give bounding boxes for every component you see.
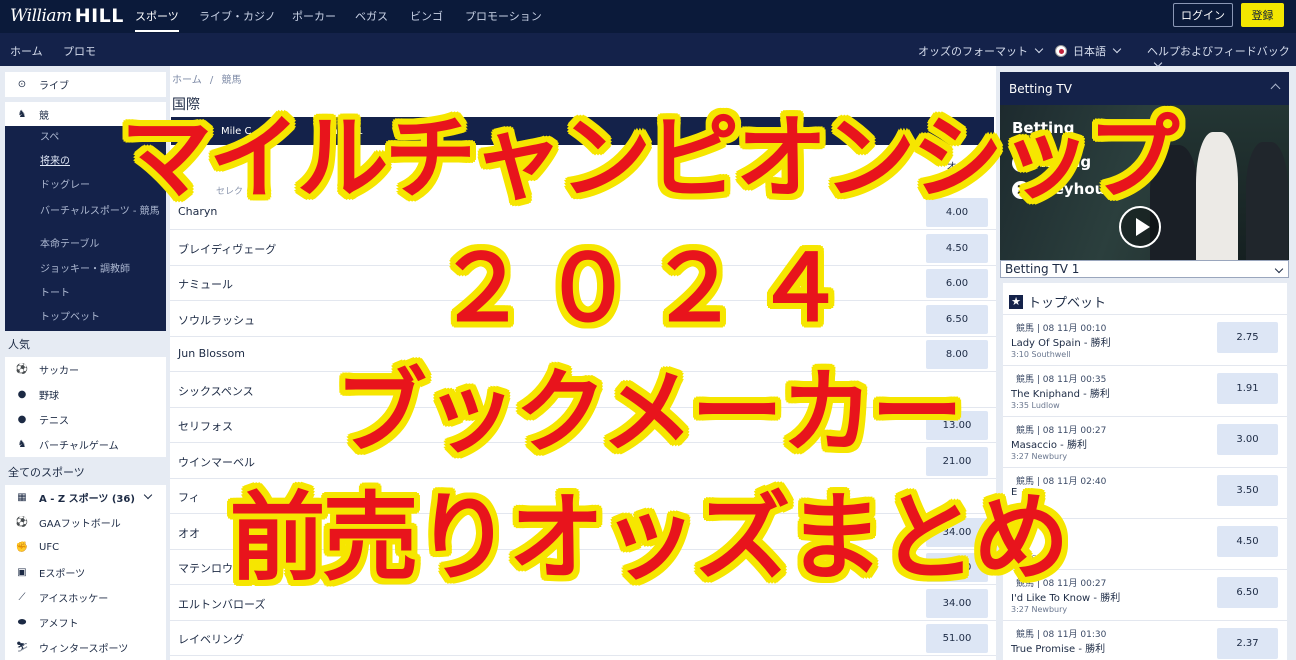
help-label: ヘルプおよびフィードバック: [1147, 45, 1290, 58]
skier-icon: ⛷: [15, 642, 29, 653]
nav-poker[interactable]: ポーカー: [292, 8, 336, 24]
runner-name: レイベリング: [178, 633, 244, 646]
nav-sports[interactable]: スポーツ: [135, 8, 179, 32]
sidebar-american-football[interactable]: ⬬ アメフト: [5, 610, 166, 635]
sidebar-american-football-label: アメフト: [39, 619, 79, 630]
runner-odds-button[interactable]: 51.00: [926, 624, 988, 653]
subnav-promo[interactable]: プロモ: [63, 43, 96, 59]
japan-flag-icon: [1055, 45, 1067, 57]
runner-row: レイベリング 51.00: [170, 621, 996, 656]
top-bet-odds-button[interactable]: 2.37: [1217, 628, 1278, 659]
headline-line-2: ２０２４: [434, 234, 860, 344]
register-button[interactable]: 登録: [1241, 3, 1284, 27]
language-label: 日本語: [1073, 45, 1106, 58]
chevron-down-icon: [1034, 44, 1044, 54]
help-dropdown[interactable]: ヘルプおよびフィードバック: [1147, 43, 1296, 72]
football-icon: ⬬: [17, 617, 27, 628]
top-bet-race: 3:27 Newbury: [1011, 605, 1068, 614]
language-dropdown[interactable]: 日本語: [1055, 43, 1122, 59]
logo-block: HILL: [74, 5, 124, 27]
sidebar-winter-label: ウィンタースポーツ: [39, 644, 129, 655]
odds-format-label: オッズのフォーマット: [918, 45, 1028, 58]
nav-vegas[interactable]: ベガス: [355, 8, 388, 24]
headline-line-1: マイルチャンピオンシップ: [119, 104, 1181, 214]
chevron-down-icon: [1153, 58, 1163, 68]
odds-format-dropdown[interactable]: オッズのフォーマット: [918, 43, 1044, 59]
top-bet-item: 競馬 | 08 11月 01:30 True Promise - 勝利 2.37: [1003, 620, 1287, 660]
headline-line-4: 前売りオッズまとめ: [228, 481, 1071, 596]
nav-live-casino[interactable]: ライブ・カジノ: [199, 8, 276, 24]
headline-line-3: ブックメーカー: [333, 358, 964, 468]
sidebar-winter-sports[interactable]: ⛷ ウィンタースポーツ: [5, 635, 166, 660]
chevron-down-icon: [1112, 44, 1122, 54]
login-button[interactable]: ログイン: [1173, 3, 1233, 27]
william-hill-logo[interactable]: William HILL: [10, 4, 124, 28]
logo-script: William: [10, 6, 72, 26]
top-nav: William HILL スポーツ ライブ・カジノ ポーカー ベガス ビンゴ プ…: [0, 0, 1296, 33]
top-bet-meta: 競馬 | 08 11月 01:30: [1016, 630, 1107, 640]
sub-nav: ホーム プロモ オッズのフォーマット 日本語 ヘルプおよびフィードバック: [0, 33, 1296, 68]
nav-bingo[interactable]: ビンゴ: [410, 8, 443, 24]
subnav-home[interactable]: ホーム: [10, 43, 43, 59]
top-bet-selection[interactable]: True Promise - 勝利: [1011, 640, 1105, 655]
nav-promotions[interactable]: プロモーション: [465, 8, 542, 24]
